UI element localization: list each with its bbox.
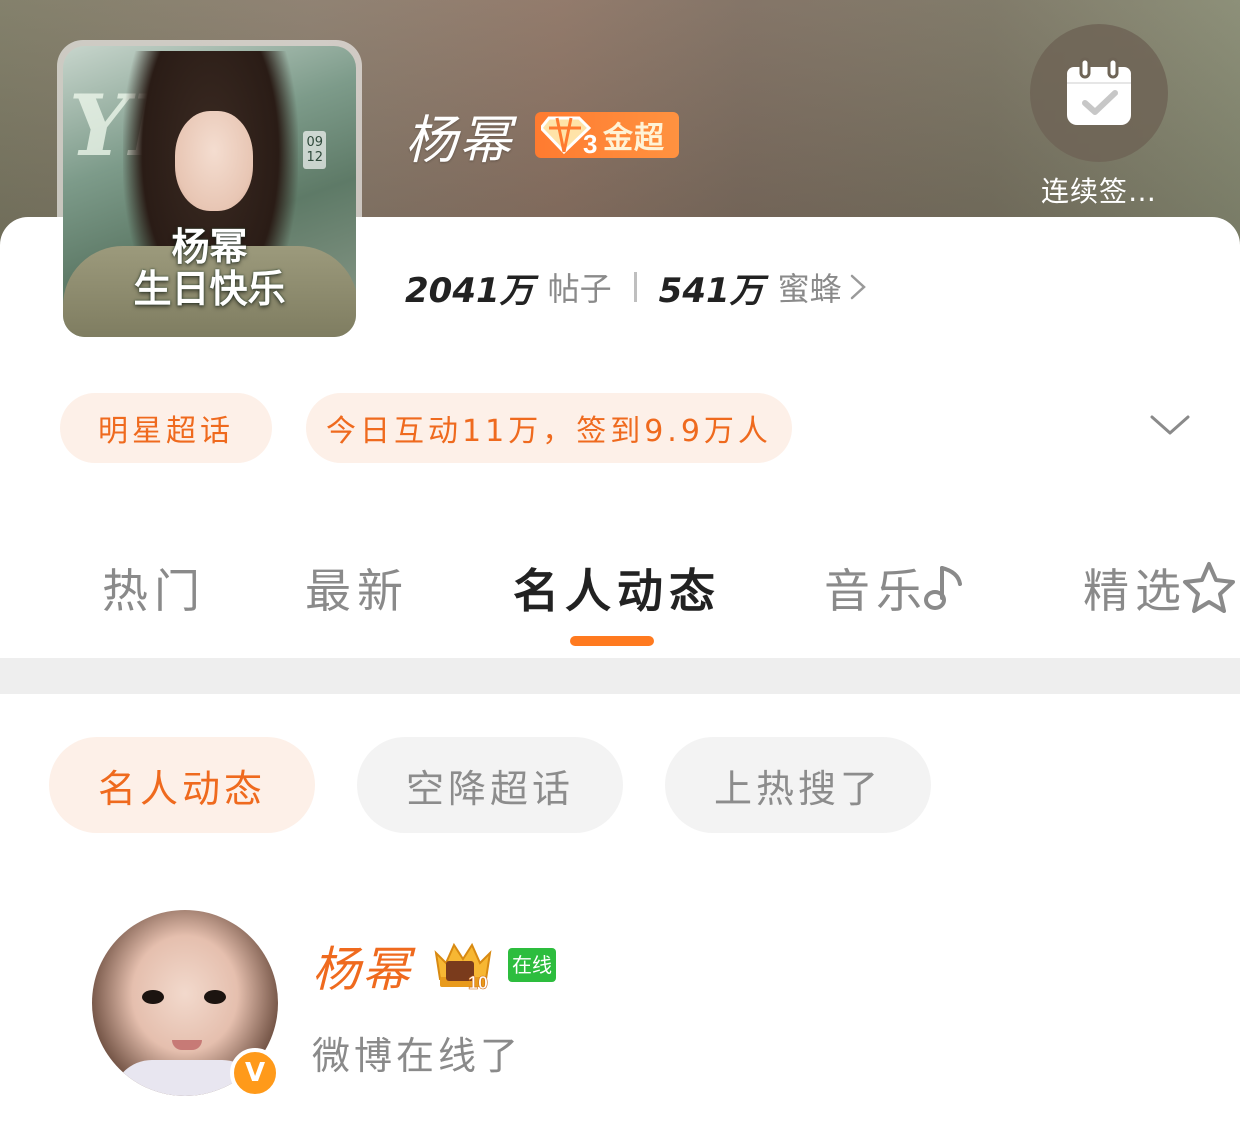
stats-divider xyxy=(633,272,637,302)
stats-row: 2041万 帖子 541万 蜜蜂 xyxy=(405,263,874,312)
filter-trending[interactable]: 上热搜了 xyxy=(665,737,931,833)
crown-level-number: 10 xyxy=(468,973,488,991)
star-icon xyxy=(1183,562,1235,613)
level-badge[interactable]: 3 金超 xyxy=(535,112,680,159)
post-author-row: 杨幂 10 在线 xyxy=(312,935,557,998)
verified-icon: V xyxy=(230,1048,280,1098)
topic-title: 杨幂 xyxy=(405,110,514,171)
filter-airdrop[interactable]: 空降超话 xyxy=(357,737,623,833)
tab-bar: 热门 最新 名人动态 音乐 精选 xyxy=(0,540,1240,646)
tab-celebrity-news[interactable]: 名人动态 xyxy=(513,555,721,621)
calendar-check-icon xyxy=(1067,57,1131,125)
topic-cover-image[interactable]: YI 09 12 杨幂 生日快乐 xyxy=(57,40,362,343)
posts-count: 2041万 xyxy=(405,270,534,311)
fans-label[interactable]: 蜜蜂 xyxy=(778,264,842,310)
post-author-name[interactable]: 杨幂 xyxy=(312,930,412,1000)
crown-level-icon: 10 xyxy=(432,939,494,993)
tab-music[interactable]: 音乐 xyxy=(824,555,968,621)
fans-count[interactable]: 541万 xyxy=(659,263,764,312)
cover-title: 杨幂 生日快乐 xyxy=(133,224,286,311)
filter-celebrity-news[interactable]: 名人动态 xyxy=(49,737,315,833)
online-badge: 在线 xyxy=(508,948,557,982)
posts-label: 帖子 xyxy=(547,270,612,308)
music-note-icon xyxy=(924,566,962,610)
cover-photo: YI 09 12 杨幂 生日快乐 xyxy=(63,46,356,337)
tab-latest[interactable]: 最新 xyxy=(305,555,409,621)
active-tab-indicator xyxy=(570,636,654,646)
post-status-text: 微博在线了 xyxy=(312,1034,523,1078)
topic-title-row: 杨幂 3 金超 xyxy=(405,105,680,171)
tab-hot[interactable]: 热门 xyxy=(102,555,206,621)
diamond-level-icon: 3 xyxy=(539,114,597,159)
tab-featured[interactable]: 精选 xyxy=(1083,555,1237,621)
checkin-label[interactable]: 连续签… xyxy=(1030,170,1168,210)
cover-date: 09 12 xyxy=(303,131,326,169)
activity-pill[interactable]: 今日互动11万，签到9.9万人 xyxy=(306,393,792,463)
chevron-right-icon[interactable] xyxy=(848,270,874,304)
badge-level-number: 3 xyxy=(583,129,597,156)
checkin-button[interactable] xyxy=(1030,24,1168,162)
section-divider xyxy=(0,658,1240,694)
category-pill[interactable]: 明星超话 xyxy=(60,393,272,463)
level-badge-label: 金超 xyxy=(603,121,666,156)
chevron-down-icon[interactable] xyxy=(1148,405,1192,445)
